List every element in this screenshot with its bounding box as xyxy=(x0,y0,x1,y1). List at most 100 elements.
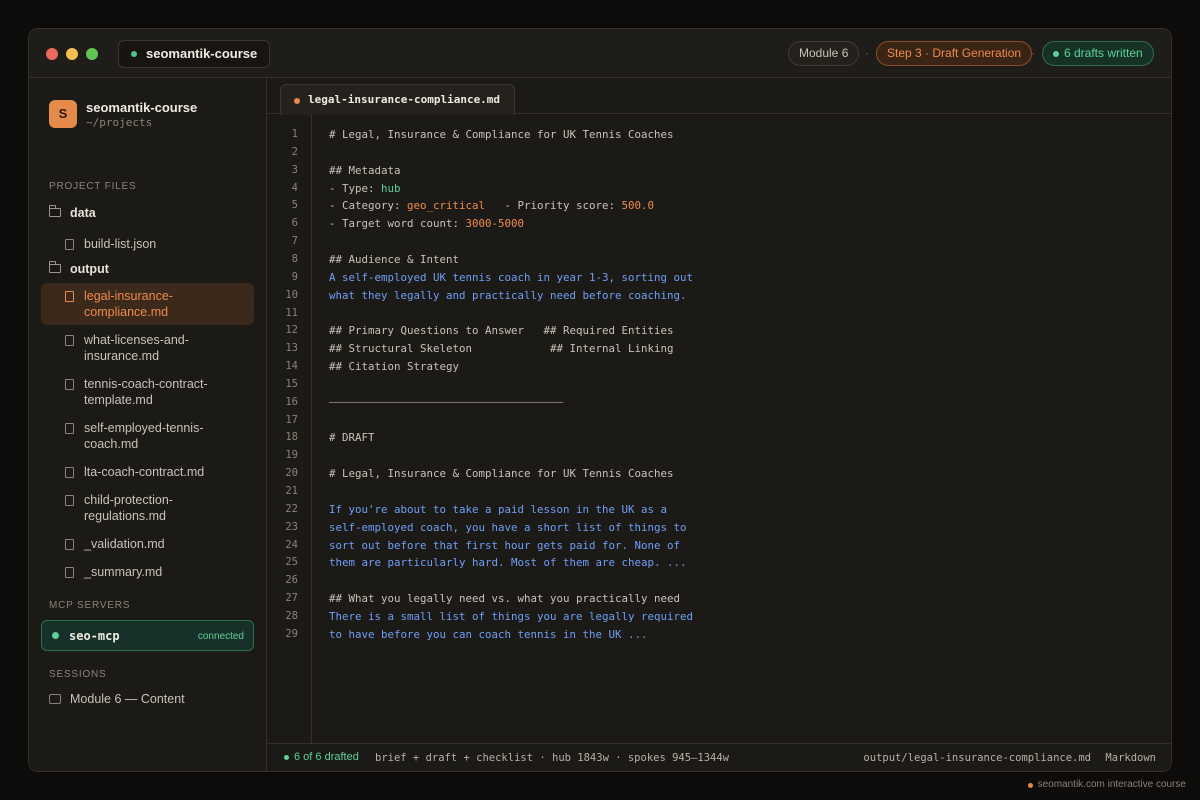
code-line: self-employed coach, you have a short li… xyxy=(329,521,687,534)
draft-summary: brief + draft + checklist · hub 1843w · … xyxy=(375,752,730,764)
mcp-server-name: seo-mcp xyxy=(69,629,120,643)
file-label: what-licenses-and-insurance.md xyxy=(84,333,189,363)
code-token: ## What you legally need vs. what you pr… xyxy=(329,592,681,606)
sidebar: S seomantik-course ~/projects PROJECT FI… xyxy=(29,78,267,771)
code-token: to have before you can coach tennis in t… xyxy=(329,627,648,641)
code-line: ## Citation Strategy xyxy=(329,360,459,373)
mcp-servers-heading: MCP SERVERS xyxy=(49,600,131,611)
folder-output[interactable]: output xyxy=(49,260,109,278)
file-label: lta-coach-contract.md xyxy=(84,465,205,479)
line-number: 16 xyxy=(285,395,298,408)
file-self-employed-tennis-coach[interactable]: self-employed-tennis-coach.md xyxy=(41,415,254,457)
code-line: - Category: geo_critical - Priority scor… xyxy=(329,199,654,212)
status-dot-icon xyxy=(1053,51,1059,57)
line-number: 18 xyxy=(285,431,298,444)
code-token: There is a small list of things you are … xyxy=(329,609,694,623)
drafts-badge: 6 drafts written xyxy=(1042,41,1154,66)
drafted-status: 6 of 6 drafted xyxy=(284,751,359,763)
code-line: ## What you legally need vs. what you pr… xyxy=(329,592,680,605)
code-line: to have before you can coach tennis in t… xyxy=(329,628,648,641)
code-token: ## Audience & Intent xyxy=(329,252,460,266)
file-icon xyxy=(65,291,74,302)
code-token: self-employed coach, you have a short li… xyxy=(329,520,687,534)
tab-legal-insurance-compliance[interactable]: legal-insurance-compliance.md xyxy=(280,84,516,115)
line-number: 28 xyxy=(285,609,298,622)
line-number: 6 xyxy=(291,217,298,230)
project-avatar: S xyxy=(49,100,77,128)
file-child-protection-regulations[interactable]: child-protection-regulations.md xyxy=(41,487,254,529)
line-number: 1 xyxy=(291,128,298,140)
folder-icon xyxy=(49,205,61,217)
file-icon xyxy=(65,567,74,578)
session-item[interactable]: Module 6 — Content xyxy=(49,692,185,706)
drafts-badge-label: 6 drafts written xyxy=(1064,46,1143,60)
file-summary[interactable]: _summary.md xyxy=(41,559,254,585)
code-line: ──────────────────────────────────── xyxy=(329,396,563,409)
code-token: ## Metadata xyxy=(329,163,401,177)
file-build-list[interactable]: build-list.json xyxy=(41,231,254,257)
line-number: 22 xyxy=(285,502,298,515)
code-token: ## Structural Skeleton ## Internal Linki… xyxy=(329,342,674,356)
file-label: _validation.md xyxy=(84,537,165,551)
code-line: There is a small list of things you are … xyxy=(329,610,693,623)
editor-pane: legal-insurance-compliance.md 1234567891… xyxy=(267,78,1171,771)
code-token: sort out before that first hour gets pai… xyxy=(329,538,681,552)
code-line: what they legally and practically need b… xyxy=(329,289,687,302)
project-switcher-label: seomantik-course xyxy=(146,46,258,61)
status-dot-icon xyxy=(131,51,137,57)
file-icon xyxy=(65,423,74,434)
code-line: - Target word count: 3000-5000 xyxy=(329,217,524,230)
project-path: ~/projects xyxy=(86,116,153,129)
mcp-status-label: connected xyxy=(197,631,244,642)
status-dot-icon xyxy=(52,632,59,639)
file-legal-insurance-compliance[interactable]: legal-insurance-compliance.md xyxy=(41,283,254,325)
file-what-licenses-and-insurance[interactable]: what-licenses-and-insurance.md xyxy=(41,327,254,369)
line-number: 11 xyxy=(285,306,298,319)
language-mode[interactable]: Markdown xyxy=(1105,752,1156,764)
code-line: - Type: hub xyxy=(329,182,401,195)
minimize-window-button[interactable] xyxy=(66,48,78,60)
file-label: build-list.json xyxy=(84,237,157,251)
file-validation[interactable]: _validation.md xyxy=(41,531,254,557)
session-label: Module 6 — Content xyxy=(70,692,185,706)
line-number: 17 xyxy=(285,413,298,426)
file-label: legal-insurance-compliance.md xyxy=(84,289,173,319)
line-number: 24 xyxy=(285,538,298,551)
line-number: 3 xyxy=(291,163,298,176)
title-bar: seomantik-course Module 6 · Step 3 · Dra… xyxy=(29,29,1171,78)
line-number: 7 xyxy=(291,235,298,248)
file-icon xyxy=(65,467,74,478)
file-lta-coach-contract[interactable]: lta-coach-contract.md xyxy=(41,459,254,485)
file-icon xyxy=(65,539,74,550)
code-line: A self-employed UK tennis coach in year … xyxy=(329,271,693,284)
code-token: - Category: xyxy=(329,199,408,213)
mcp-server-item[interactable]: seo-mcp connected xyxy=(41,620,254,651)
folder-data[interactable]: data xyxy=(49,204,96,222)
line-number: 21 xyxy=(285,485,298,497)
line-number: 23 xyxy=(285,520,298,533)
folder-label: output xyxy=(70,262,109,276)
code-token: - Priority score: xyxy=(485,199,622,213)
file-tennis-coach-contract-template[interactable]: tennis-coach-contract-template.md xyxy=(41,371,254,413)
folder-icon xyxy=(49,261,61,273)
line-number: 10 xyxy=(285,288,298,301)
code-token: hub xyxy=(381,181,401,195)
separator: · xyxy=(1031,46,1035,60)
file-label: tennis-coach-contract-template.md xyxy=(84,377,208,407)
project-switcher[interactable]: seomantik-course xyxy=(118,40,271,68)
line-number: 14 xyxy=(285,360,298,373)
line-number-gutter: 1 2 3 4 5 6 7 8 9 10 11 12 13 14 15 16 17 18 19 20 21 22 23 24 2… xyxy=(267,114,312,743)
app-window: seomantik-course Module 6 · Step 3 · Dra… xyxy=(28,28,1172,772)
code-token: - Type: xyxy=(329,181,382,195)
line-number: 26 xyxy=(285,574,298,587)
code-token: - Target word count: xyxy=(329,217,466,231)
close-window-button[interactable] xyxy=(46,48,58,60)
code-token: ## Citation Strategy xyxy=(329,360,460,374)
file-icon xyxy=(65,379,74,390)
maximize-window-button[interactable] xyxy=(86,48,98,60)
folder-label: data xyxy=(70,206,96,220)
code-line: sort out before that first hour gets pai… xyxy=(329,539,680,552)
code-token: If you're about to take a paid lesson in… xyxy=(329,502,668,516)
line-number: 15 xyxy=(285,377,298,390)
line-number: 13 xyxy=(285,342,298,355)
